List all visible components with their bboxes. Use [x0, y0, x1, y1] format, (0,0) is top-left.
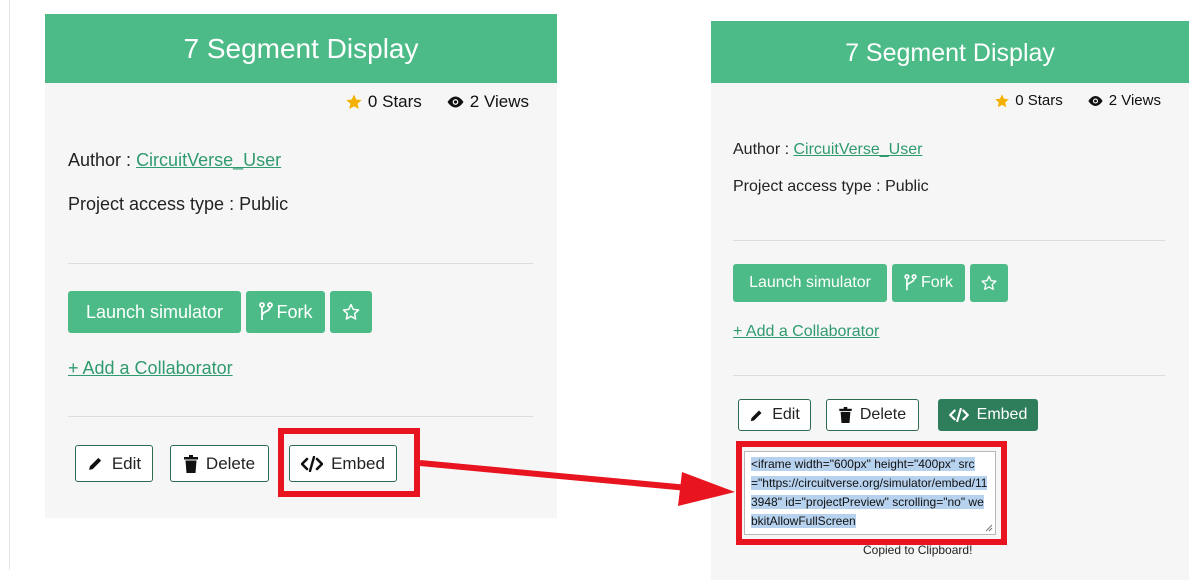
author-line: Author : CircuitVerse_User [733, 141, 923, 158]
embed-button[interactable]: Embed [289, 445, 397, 482]
star-icon [346, 94, 362, 110]
delete-button[interactable]: Delete [170, 445, 269, 482]
add-collaborator-link[interactable]: + Add a Collaborator [733, 323, 879, 341]
views-count: 2 Views [446, 92, 529, 112]
eye-icon [447, 96, 464, 108]
action-buttons: Launch simulator Fork [68, 291, 377, 333]
edit-button[interactable]: Edit [75, 445, 153, 482]
author-link[interactable]: CircuitVerse_User [793, 141, 922, 158]
code-icon [301, 455, 324, 472]
stars-count[interactable]: 0 Stars [994, 92, 1063, 109]
access-type-line: Project access type : Public [68, 194, 289, 214]
star-button[interactable] [330, 291, 372, 333]
star-outline-icon [342, 303, 360, 320]
code-icon [948, 408, 969, 422]
author-line: Author : CircuitVerse_User [68, 150, 282, 170]
project-title: 7 Segment Display [45, 14, 557, 83]
access-type-line: Project access type : Public [733, 178, 929, 195]
divider [68, 263, 533, 264]
embed-code-textarea[interactable]: <iframe width="600px" height="400px" src… [744, 451, 996, 535]
fork-icon [904, 274, 917, 291]
project-stats: 0 Stars 2 Views [994, 92, 1161, 109]
fork-button[interactable]: Fork [246, 291, 325, 333]
fork-icon [258, 302, 273, 320]
divider [68, 416, 533, 417]
pencil-icon [88, 457, 102, 470]
launch-simulator-button[interactable]: Launch simulator [733, 264, 887, 302]
copied-message: Copied to Clipboard! [863, 543, 973, 557]
embed-code-text: <iframe width="600px" height="400px" src… [751, 457, 988, 528]
project-stats: 0 Stars 2 Views [345, 92, 529, 112]
project-card-before: 7 Segment Display 0 Stars 2 Views Author… [45, 14, 557, 518]
add-collaborator-link[interactable]: + Add a Collaborator [68, 358, 233, 379]
star-outline-icon [981, 275, 997, 290]
fork-button[interactable]: Fork [892, 264, 965, 302]
delete-button[interactable]: Delete [826, 399, 919, 431]
resize-handle-icon[interactable] [985, 524, 993, 532]
divider [733, 240, 1165, 241]
trash-icon [839, 407, 852, 423]
page-divider [9, 0, 10, 570]
trash-icon [183, 454, 198, 473]
pencil-icon [751, 410, 762, 421]
eye-icon [1088, 95, 1103, 106]
divider [733, 375, 1165, 376]
embed-button[interactable]: Embed [938, 399, 1038, 431]
author-link[interactable]: CircuitVerse_User [136, 150, 281, 170]
star-icon [995, 93, 1010, 107]
views-count: 2 Views [1087, 92, 1161, 109]
project-card-after: 7 Segment Display 0 Stars 2 Views Author… [711, 21, 1189, 580]
star-button[interactable] [970, 264, 1008, 302]
edit-button[interactable]: Edit [738, 399, 811, 431]
action-buttons: Launch simulator Fork [733, 264, 1013, 302]
project-title: 7 Segment Display [711, 21, 1189, 83]
launch-simulator-button[interactable]: Launch simulator [68, 291, 241, 333]
stars-count[interactable]: 0 Stars [345, 92, 422, 112]
